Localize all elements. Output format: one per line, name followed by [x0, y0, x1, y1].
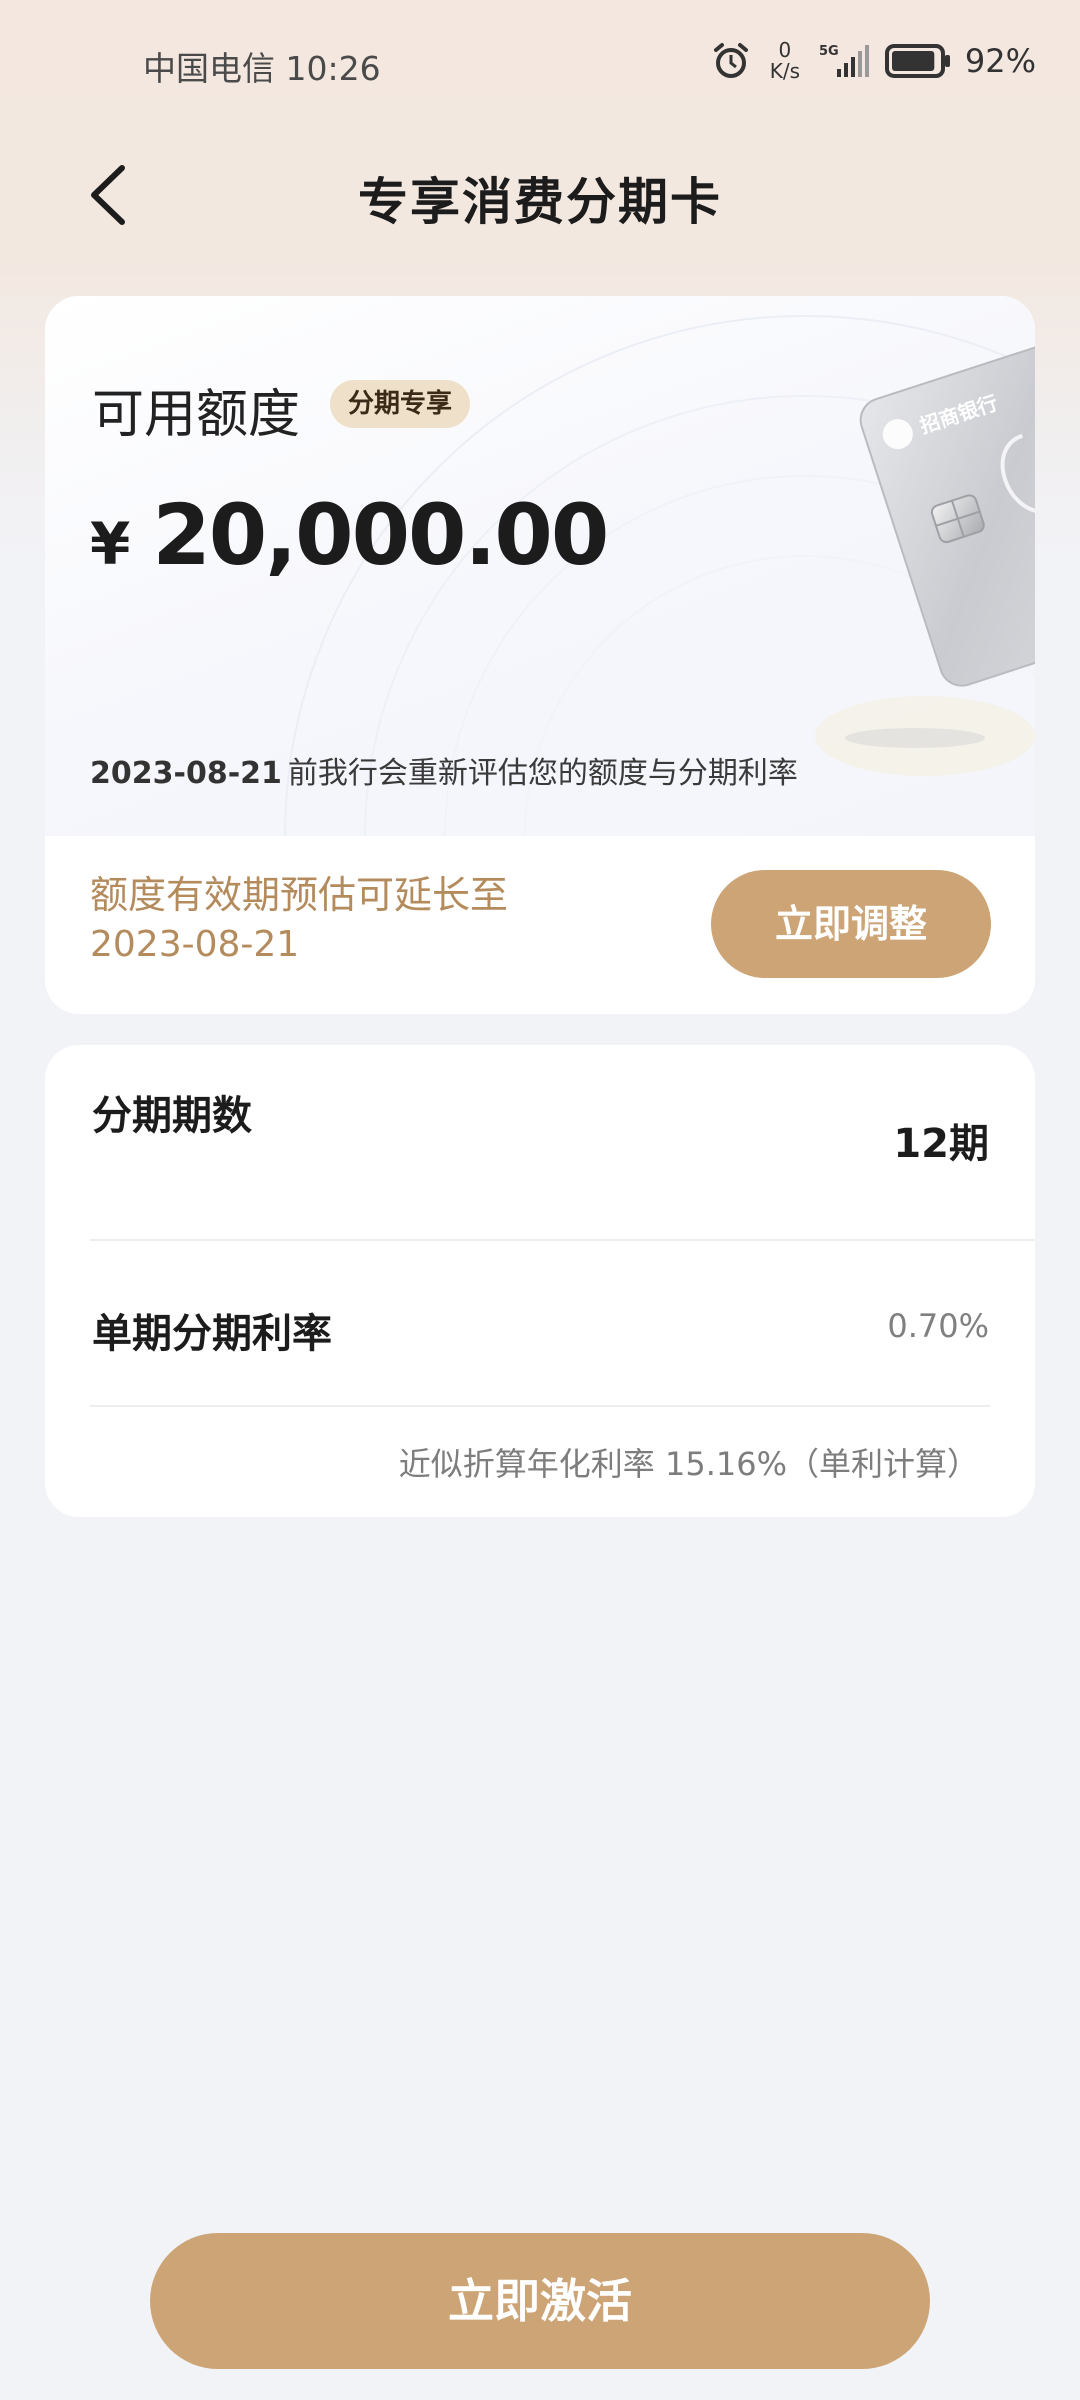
available-limit-label: 可用额度	[92, 385, 301, 445]
network-type: 5G	[819, 44, 839, 59]
installment-rate-label: 单期分期利率	[92, 1311, 332, 1357]
adjust-now-button[interactable]: 立即调整	[711, 870, 991, 978]
alarm-icon	[713, 43, 748, 78]
installment-period-label: 分期期数	[92, 1093, 252, 1139]
limit-card: 可用额度 分期专享 ¥ 20,000.00 2023-08-21 前我行会重新评估…	[45, 296, 1035, 1014]
signal-5g-icon: 5G	[819, 44, 869, 77]
installment-card: 分期期数 12期 单期分期利率 0.70% 近似折算年化利率 15.16%（单利…	[45, 1045, 1035, 1517]
status-icons: 0 K/s 5G 92%	[711, 40, 1036, 82]
network-speed: 0 K/s	[765, 40, 805, 82]
annualized-rate-note: 近似折算年化利率 15.16%（单利计算）	[398, 1445, 979, 1483]
speed-value: 0	[778, 38, 792, 62]
available-amount: ¥ 20,000.00	[90, 486, 609, 584]
status-bar: 中国电信 10:26 0 K/s 5G 92%	[0, 0, 1080, 130]
installment-period-value[interactable]: 12期	[893, 1111, 989, 1169]
divider	[90, 1405, 990, 1407]
battery-percent: 92%	[964, 42, 1036, 80]
reevaluation-date: 2023-08-21	[90, 756, 282, 791]
reevaluation-text: 前我行会重新评估您的额度与分期利率	[287, 756, 798, 791]
amount-value: 20,000.00	[152, 486, 609, 584]
currency-symbol: ¥	[90, 510, 131, 578]
credit-card-image: 招商银行	[859, 336, 1035, 687]
speed-unit: K/s	[769, 59, 801, 83]
reevaluation-note: 2023-08-21 前我行会重新评估您的额度与分期利率	[90, 748, 798, 792]
page-title: 专享消费分期卡	[358, 173, 722, 231]
battery-icon	[884, 44, 950, 78]
installment-rate-value: 0.70%	[887, 1307, 989, 1345]
header: 专享消费分期卡	[0, 140, 1080, 250]
divider	[90, 1239, 1035, 1241]
installment-exclusive-badge: 分期专享	[330, 380, 471, 428]
carrier-time: 中国电信 10:26	[143, 49, 381, 88]
validity-date: 2023-08-21	[90, 924, 300, 965]
validity-text: 额度有效期预估可延长至	[90, 873, 509, 917]
validity-info: 额度有效期预估可延长至 2023-08-21	[90, 870, 508, 970]
activate-now-button[interactable]: 立即激活	[150, 2233, 930, 2369]
limit-card-top: 可用额度 分期专享 ¥ 20,000.00 2023-08-21 前我行会重新评估…	[45, 296, 1035, 836]
